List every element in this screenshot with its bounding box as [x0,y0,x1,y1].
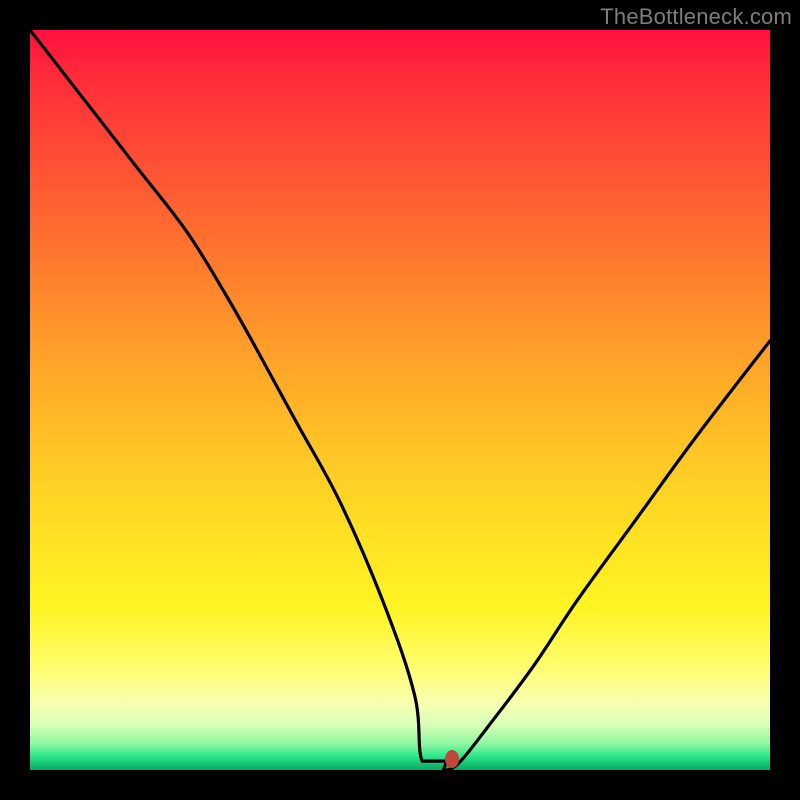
optimal-point-marker [445,750,459,768]
chart-frame: TheBottleneck.com [0,0,800,800]
watermark-text: TheBottleneck.com [600,4,792,30]
curve-path [30,30,770,770]
plot-area [30,30,770,770]
bottleneck-curve [30,30,770,770]
